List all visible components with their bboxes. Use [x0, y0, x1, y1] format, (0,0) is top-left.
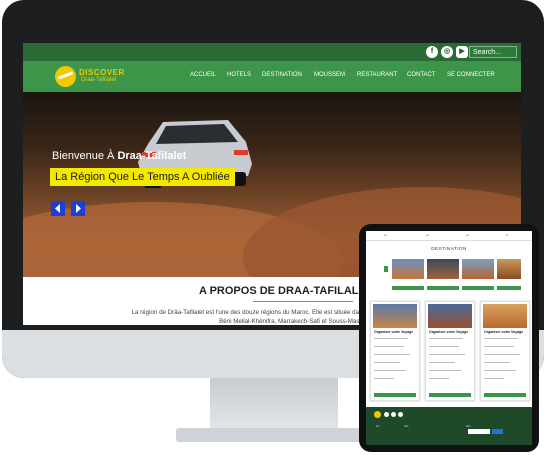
nav-se-connecter[interactable]: SE CONNECTER — [447, 72, 495, 78]
card-text — [374, 362, 400, 364]
welcome-name: Draa-Tafilalet — [117, 150, 187, 162]
card-button[interactable] — [374, 393, 416, 397]
tablet-prev-arrow[interactable] — [384, 266, 388, 272]
tablet-nav: ▪▪▪ ▪▪▪ ▪▪▪ ▪▪ — [366, 231, 532, 241]
card-text — [484, 346, 514, 348]
card-button[interactable] — [484, 393, 526, 397]
slider-next-button[interactable] — [71, 201, 85, 216]
card-text — [484, 354, 520, 356]
card-text — [429, 346, 459, 348]
footer-social-icon[interactable] — [384, 412, 389, 417]
tablet-card[interactable]: Organiser votre Voyage — [370, 301, 420, 401]
footer-text: ▪▪▪▪ — [404, 424, 409, 428]
footer-social-icon[interactable] — [398, 412, 403, 417]
card-text — [374, 354, 410, 356]
footer-text: ▪▪▪▪ — [466, 424, 471, 428]
tablet-nav-item[interactable]: ▪▪▪ — [466, 233, 469, 237]
youtube-icon[interactable]: ▶ — [456, 46, 468, 58]
card-text — [429, 362, 455, 364]
welcome-prefix: Bienvenue À — [52, 150, 118, 162]
tablet-destination-image[interactable] — [427, 259, 459, 279]
tablet-destination-button[interactable] — [427, 286, 459, 290]
tablet-nav-item[interactable]: ▪▪▪ — [384, 233, 387, 237]
logo-subtext: Draa-Tafilalet — [81, 77, 117, 83]
instagram-icon[interactable]: ◎ — [441, 46, 453, 58]
about-divider — [253, 301, 353, 302]
nav-hotels[interactable]: HOTELS — [227, 72, 251, 78]
card-text — [484, 338, 518, 340]
tablet-destination-image[interactable] — [462, 259, 494, 279]
card-text — [484, 362, 510, 364]
nav-accueil[interactable]: ACCUEIL — [190, 72, 216, 78]
card-text — [374, 378, 394, 380]
footer-social-icon[interactable] — [391, 412, 396, 417]
footer-newsletter-input[interactable] — [468, 429, 490, 434]
site-logo[interactable] — [55, 66, 76, 87]
nav-contact[interactable]: CONTACT — [407, 72, 436, 78]
nav-moussem[interactable]: MOUSSEM — [314, 72, 345, 78]
tablet-nav-item[interactable]: ▪▪ — [506, 233, 508, 237]
card-text — [374, 338, 408, 340]
tablet-screen: ▪▪▪ ▪▪▪ ▪▪▪ ▪▪ DESTINATION · · · · · · ·… — [366, 231, 532, 445]
tablet-destination-image[interactable] — [392, 259, 424, 279]
search-input[interactable]: Search... — [469, 46, 517, 58]
facebook-icon[interactable]: f — [426, 46, 438, 58]
card-text — [484, 370, 516, 372]
tablet-destination-button[interactable] — [392, 286, 424, 290]
about-title: A PROPOS DE DRAA-TAFILALET — [199, 285, 373, 297]
card-text — [429, 338, 463, 340]
monitor-stand — [210, 378, 338, 430]
tablet-heading: DESTINATION — [431, 246, 467, 251]
chevron-left-icon — [55, 204, 60, 213]
card-text — [484, 378, 504, 380]
hero-tagline: La Région Que Le Temps A Oubliée — [50, 168, 235, 186]
tablet-subheading: · · · · · · · · · · · — [439, 253, 459, 257]
card-title: Organiser votre Voyage — [374, 330, 414, 334]
card-text — [374, 346, 404, 348]
chevron-right-icon — [76, 204, 81, 213]
slider-prev-button[interactable] — [51, 201, 65, 216]
footer-newsletter-button[interactable] — [492, 429, 503, 434]
card-text — [429, 370, 461, 372]
card-text — [429, 378, 449, 380]
hero-welcome: Bienvenue À Draa-Tafilalet — [52, 150, 186, 162]
card-button[interactable] — [429, 393, 471, 397]
card-text — [429, 354, 465, 356]
monitor-base — [176, 428, 372, 442]
top-bar: f ◎ ▶ Search... — [23, 43, 521, 61]
tablet-nav-item[interactable]: ▪▪▪ — [426, 233, 429, 237]
card-image — [373, 304, 417, 328]
footer-logo — [374, 411, 381, 418]
tablet-destination-image[interactable] — [497, 259, 521, 279]
footer-text: ▪▪▪ — [376, 424, 380, 428]
card-image — [428, 304, 472, 328]
nav-restaurant[interactable]: RESTAURANT — [357, 72, 397, 78]
tablet-card[interactable]: Organiser votre Voyage — [425, 301, 475, 401]
card-title: Organiser votre Voyage — [429, 330, 469, 334]
card-text — [374, 370, 406, 372]
tablet-destination-button[interactable] — [497, 286, 521, 290]
tablet-card[interactable]: Organiser votre Voyage — [480, 301, 530, 401]
tablet-footer: ▪▪▪ ▪▪▪▪ ▪▪▪▪ — [366, 407, 532, 445]
nav-destination[interactable]: DESTINATION — [262, 72, 302, 78]
main-nav: DISCOVER Draa-Tafilalet ACCUEIL HOTELS D… — [23, 61, 521, 92]
card-title: Organiser votre Voyage — [484, 330, 524, 334]
card-image — [483, 304, 527, 328]
logo-text: DISCOVER — [79, 68, 125, 77]
tablet-destination-button[interactable] — [462, 286, 494, 290]
